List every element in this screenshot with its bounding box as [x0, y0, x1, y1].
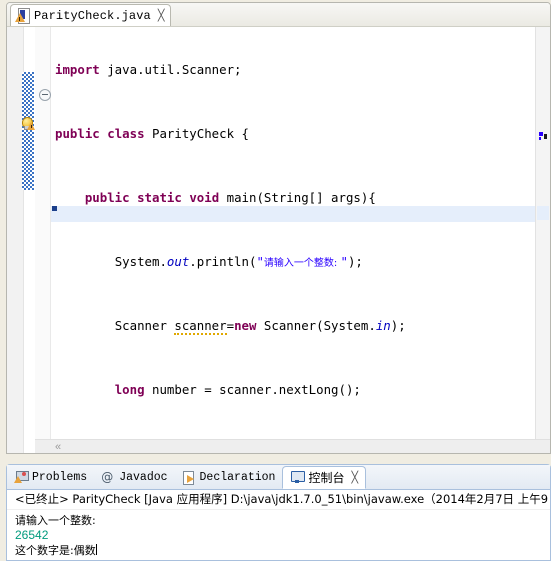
- code-keyword: public: [84, 190, 130, 205]
- tab-console[interactable]: 控制台 ╳: [282, 466, 367, 489]
- code-text: System.: [114, 254, 167, 269]
- eclipse-ide-window: ParityCheck.java ╳ import java.util.Scan…: [0, 0, 551, 561]
- tab-label: Declaration: [199, 471, 276, 484]
- tab-label: Javadoc: [119, 471, 168, 484]
- code-warning-variable: scanner: [174, 318, 227, 335]
- code-text: ParityCheck {: [144, 126, 249, 141]
- console-output-line: 请输入一个整数:: [15, 514, 96, 527]
- code-line: public class ParityCheck {: [51, 126, 550, 142]
- close-icon[interactable]: ╳: [351, 472, 358, 483]
- code-text: .println(: [189, 254, 257, 269]
- editor-panel: ParityCheck.java ╳ import java.util.Scan…: [6, 2, 551, 454]
- code-line: Scanner scanner=new Scanner(System.in);: [51, 318, 550, 335]
- code-line: import java.util.Scanner;: [51, 62, 550, 78]
- editor-tab-paritycheck[interactable]: ParityCheck.java ╳: [10, 4, 172, 26]
- code-keyword: import: [55, 62, 100, 77]
- code-text: Scanner: [114, 318, 175, 333]
- editor-body[interactable]: import java.util.Scanner; public class P…: [7, 27, 550, 453]
- overview-ruler-marker: [539, 132, 548, 141]
- code-text: number = scanner.nextLong();: [144, 382, 361, 397]
- code-keyword: public: [55, 126, 100, 141]
- code-keyword: long: [114, 382, 145, 397]
- console-output-text: 这个数字是:偶数: [15, 544, 96, 557]
- code-static-field: out: [166, 254, 190, 269]
- fold-collapse-icon[interactable]: [39, 89, 51, 101]
- editor-vertical-scrollbar[interactable]: [535, 27, 550, 441]
- code-keyword: static: [137, 190, 182, 205]
- console-launch-status: <已终止> ParityCheck [Java 应用程序] D:\java\jd…: [7, 490, 550, 510]
- code-text: );: [390, 318, 406, 333]
- console-icon: [290, 471, 306, 484]
- code-line: System.out.println("请输入一个整数: ");: [51, 254, 550, 270]
- code-text-area[interactable]: import java.util.Scanner; public class P…: [51, 27, 550, 453]
- editor-tab-strip: ParityCheck.java ╳: [7, 3, 550, 27]
- tab-label: Problems: [32, 471, 88, 484]
- editor-horizontal-scrollbar[interactable]: «: [35, 439, 550, 453]
- bottom-view-panel: Problems @ Javadoc Declaration 控制台 ╳ <已终: [6, 464, 551, 561]
- tab-declaration[interactable]: Declaration: [175, 466, 283, 489]
- code-text: );: [347, 254, 363, 269]
- code-keyword: void: [189, 190, 220, 205]
- code-string-cjk: 请输入一个整数:: [263, 258, 341, 269]
- console-output-line: 这个数字是:偶数: [15, 543, 550, 558]
- code-line: public static void main(String[] args){: [51, 190, 550, 206]
- view-tab-strip: Problems @ Javadoc Declaration 控制台 ╳: [7, 465, 550, 490]
- code-keyword: new: [234, 318, 257, 333]
- overview-ruler-current-line: [537, 206, 549, 220]
- console-output-area[interactable]: 请输入一个整数: 26542 这个数字是:偶数: [7, 510, 550, 558]
- code-text: =: [226, 318, 235, 333]
- code-text: java.util.Scanner;: [99, 62, 242, 77]
- java-file-warning-icon: [15, 8, 30, 24]
- close-icon[interactable]: ╳: [158, 10, 165, 21]
- scroll-left-icon[interactable]: «: [35, 442, 61, 453]
- console-caret: [95, 544, 97, 555]
- declaration-icon: [182, 471, 196, 485]
- editor-tab-label: ParityCheck.java: [34, 8, 151, 23]
- tab-label: 控制台: [308, 471, 345, 485]
- code-keyword: class: [107, 126, 145, 141]
- code-string-quote: ": [256, 254, 264, 269]
- code-line: long number = scanner.nextLong();: [51, 382, 550, 398]
- code-string-quote: ": [340, 254, 348, 269]
- code-text: main(String[] args){: [219, 190, 376, 205]
- code-static-field: in: [375, 318, 391, 333]
- code-text: Scanner(System.: [256, 318, 376, 333]
- tab-javadoc[interactable]: @ Javadoc: [94, 466, 174, 489]
- javadoc-icon: @: [101, 470, 114, 484]
- console-input-echo: 26542: [15, 528, 49, 542]
- problems-icon: [14, 471, 29, 484]
- tab-problems[interactable]: Problems: [7, 466, 94, 489]
